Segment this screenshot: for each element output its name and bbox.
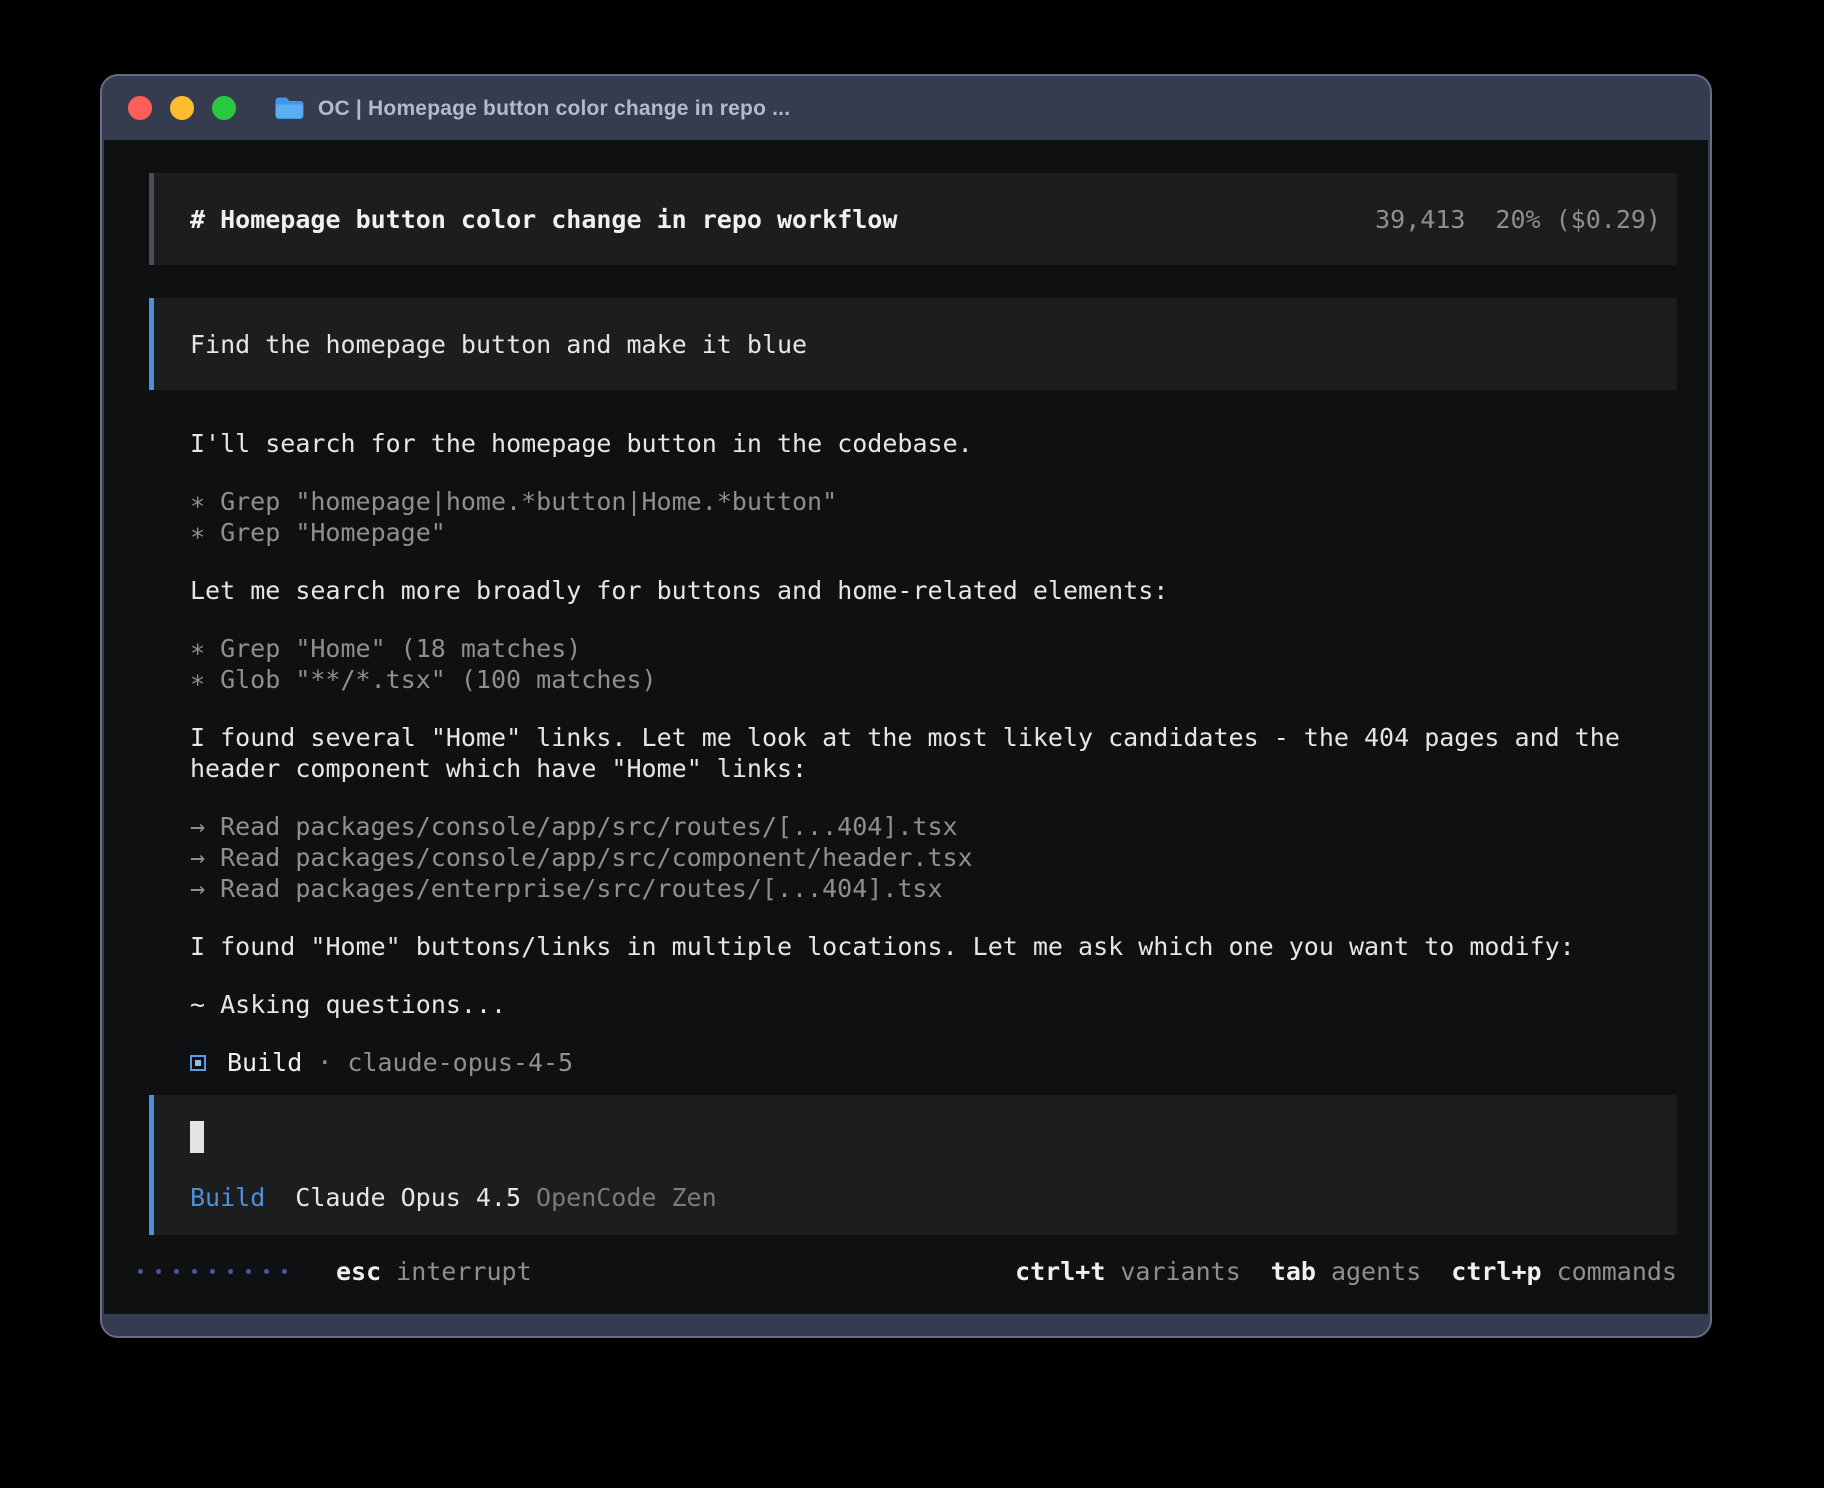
- assistant-text: I found "Home" buttons/links in multiple…: [190, 931, 1677, 962]
- assistant-text: I found several "Home" links. Let me loo…: [190, 722, 1677, 784]
- tool-call: ∗ Grep "homepage|home.*button|Home.*butto…: [190, 486, 1677, 517]
- tool-asterisk-icon: ∗: [190, 517, 205, 548]
- tool-call-text: Grep "homepage|home.*button|Home.*button…: [220, 486, 837, 517]
- zoom-window-button[interactable]: [212, 96, 236, 120]
- minimize-window-button[interactable]: [170, 96, 194, 120]
- tool-call-text: Grep "Home" (18 matches): [220, 633, 581, 664]
- assistant-text: Let me search more broadly for buttons a…: [190, 575, 1677, 606]
- tool-call-group: ∗ Grep "homepage|home.*button|Home.*butto…: [190, 486, 1677, 548]
- text-cursor: [190, 1121, 204, 1153]
- tool-call-text: Read packages/console/app/src/component/…: [220, 842, 973, 873]
- shortcut-variants: ctrl+t variants: [1015, 1256, 1241, 1287]
- agent-badge: Build · claude-opus-4-5: [190, 1047, 1677, 1078]
- token-count: 39,413: [1375, 204, 1465, 235]
- tool-asterisk-icon: ∗: [190, 633, 205, 664]
- tool-call-text: Grep "Homepage": [220, 517, 446, 548]
- model-provider: OpenCode Zen: [536, 1182, 717, 1213]
- tool-asterisk-icon: ∗: [190, 486, 205, 517]
- read-tool-call: → Read packages/console/app/src/routes/[.…: [190, 811, 1677, 842]
- active-agent[interactable]: Build: [190, 1182, 265, 1213]
- terminal-window: OC | Homepage button color change in rep…: [100, 74, 1712, 1338]
- window-title: OC | Homepage button color change in rep…: [318, 98, 790, 119]
- assistant-activity: ~ Asking questions...: [190, 989, 1677, 1020]
- activity-spinner: [138, 1269, 287, 1274]
- tool-asterisk-icon: ∗: [190, 664, 205, 695]
- status-bar: esc interrupt ctrl+t variants tab agents…: [138, 1256, 1677, 1287]
- tool-call-text: Read packages/enterprise/src/routes/[...…: [220, 873, 942, 904]
- folder-icon: [274, 96, 304, 120]
- user-message-text: Find the homepage button and make it blu…: [190, 329, 807, 360]
- context-cost: 20% ($0.29): [1495, 204, 1661, 235]
- session-header: # Homepage button color change in repo w…: [149, 173, 1677, 265]
- arrow-right-icon: →: [190, 842, 205, 873]
- user-message: Find the homepage button and make it blu…: [149, 298, 1677, 390]
- terminal-content: # Homepage button color change in repo w…: [104, 140, 1708, 1314]
- session-title: # Homepage button color change in repo w…: [190, 204, 897, 235]
- tool-call: ∗ Glob "**/*.tsx" (100 matches): [190, 664, 1677, 695]
- shortcut-commands: ctrl+p commands: [1451, 1256, 1677, 1287]
- window-titlebar: OC | Homepage button color change in rep…: [102, 76, 1710, 140]
- tool-call: ∗ Grep "Homepage": [190, 517, 1677, 548]
- input-footer: Build Claude Opus 4.5 OpenCode Zen: [190, 1182, 1661, 1213]
- tool-call-text: Glob "**/*.tsx" (100 matches): [220, 664, 657, 695]
- tool-call-group: → Read packages/console/app/src/routes/[.…: [190, 811, 1677, 904]
- tool-call-group: ∗ Grep "Home" (18 matches) ∗ Glob "**/*.ts…: [190, 633, 1677, 695]
- read-tool-call: → Read packages/enterprise/src/routes/[..…: [190, 873, 1677, 904]
- tool-call: ∗ Grep "Home" (18 matches): [190, 633, 1677, 664]
- active-model[interactable]: Claude Opus 4.5: [295, 1182, 521, 1213]
- read-tool-call: → Read packages/console/app/src/component…: [190, 842, 1677, 873]
- arrow-right-icon: →: [190, 811, 205, 842]
- close-window-button[interactable]: [128, 96, 152, 120]
- arrow-right-icon: →: [190, 873, 205, 904]
- session-stats: 39,413 20% ($0.29): [1375, 204, 1661, 235]
- agent-square-icon: [190, 1055, 206, 1071]
- agent-name: Build: [227, 1047, 302, 1078]
- assistant-text: I'll search for the homepage button in t…: [190, 428, 1677, 459]
- desktop: { "titlebar": { "title": "OC | Homepage …: [0, 0, 1824, 1488]
- tool-call-text: Read packages/console/app/src/routes/[..…: [220, 811, 958, 842]
- shortcut-interrupt: esc interrupt: [336, 1256, 532, 1287]
- separator-dot: ·: [317, 1047, 332, 1078]
- esc-key: esc: [336, 1256, 381, 1287]
- shortcut-agents: tab agents: [1271, 1256, 1421, 1287]
- agent-model: claude-opus-4-5: [347, 1047, 573, 1078]
- prompt-input[interactable]: Build Claude Opus 4.5 OpenCode Zen: [149, 1095, 1677, 1235]
